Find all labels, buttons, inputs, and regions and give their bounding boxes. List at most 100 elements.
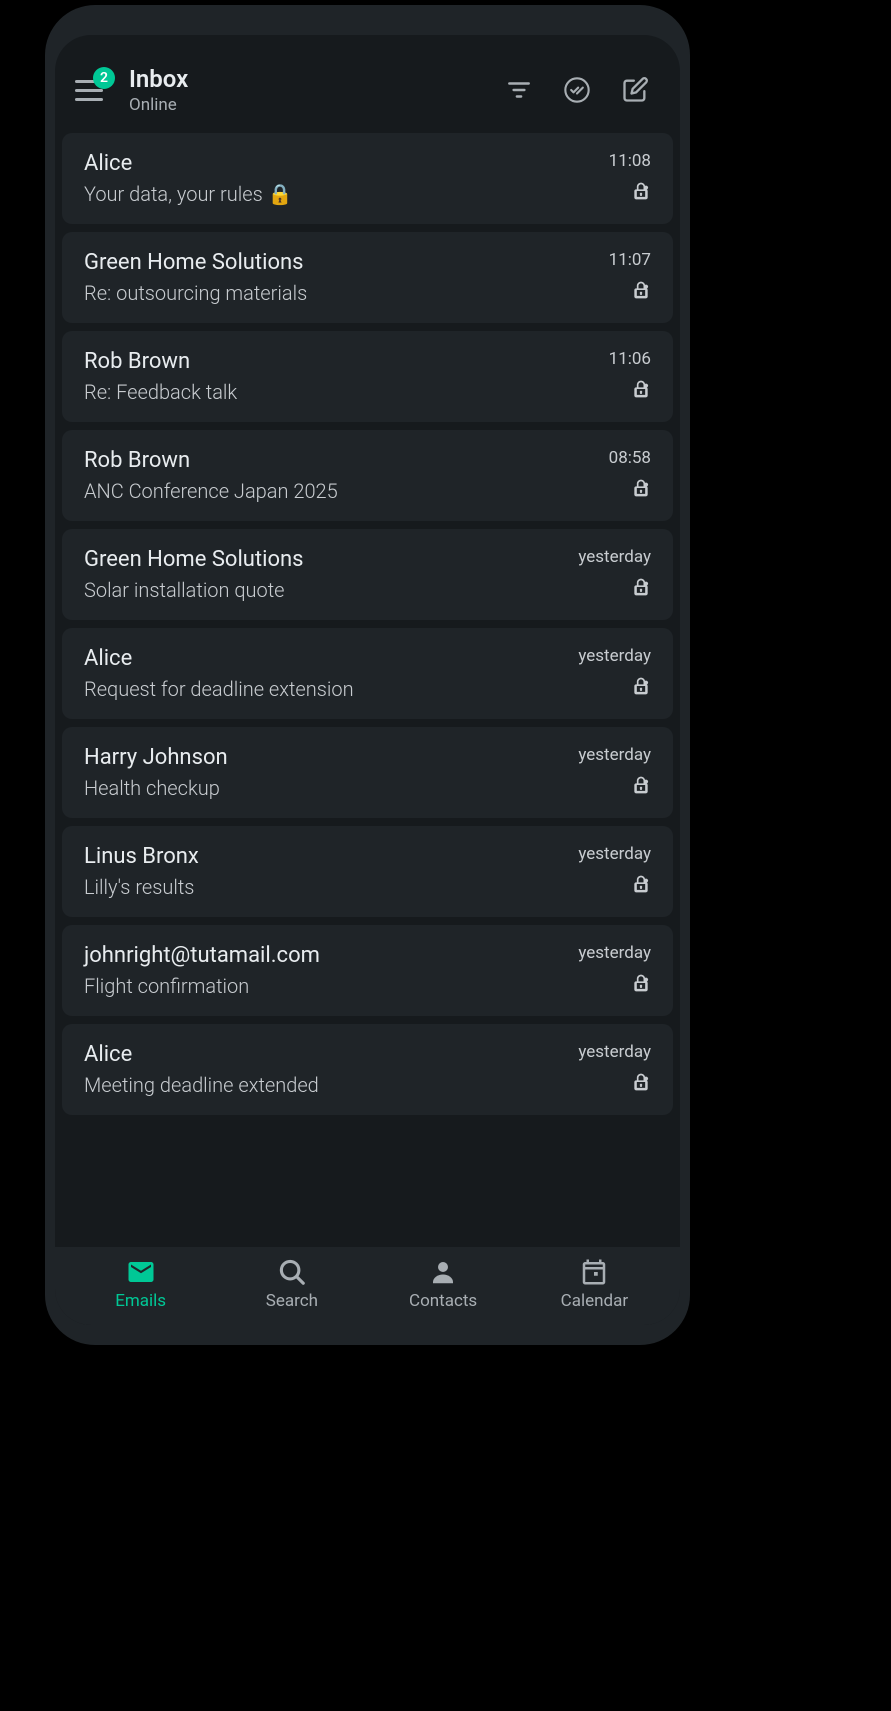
- email-content: Rob Brown Re: Feedback talk: [84, 349, 561, 404]
- filter-icon: [506, 77, 532, 103]
- app-header: 2 Inbox Online: [55, 35, 680, 133]
- email-content: Green Home Solutions Re: outsourcing mat…: [84, 250, 561, 305]
- nav-calendar[interactable]: Calendar: [519, 1257, 670, 1311]
- email-row[interactable]: Alice Meeting deadline extended yesterda…: [62, 1024, 673, 1115]
- email-meta: 11:07: [561, 250, 651, 305]
- nav-emails[interactable]: Emails: [65, 1257, 216, 1311]
- mark-read-button[interactable]: [562, 75, 592, 105]
- encryption-icon: [631, 577, 651, 601]
- header-actions: [504, 75, 650, 105]
- check-circle-icon: [563, 76, 591, 104]
- nav-label: Contacts: [409, 1291, 477, 1311]
- email-sender: Alice: [84, 646, 561, 671]
- email-content: Alice Meeting deadline extended: [84, 1042, 561, 1097]
- email-content: Alice Request for deadline extension: [84, 646, 561, 701]
- email-time: yesterday: [578, 844, 651, 864]
- contacts-icon: [428, 1257, 458, 1287]
- email-meta: yesterday: [561, 646, 651, 701]
- hamburger-line: [75, 89, 103, 92]
- bottom-nav: Emails Search Contacts: [55, 1247, 680, 1325]
- email-subject: Solar installation quote: [84, 578, 561, 602]
- email-time: yesterday: [578, 943, 651, 963]
- email-time: 11:07: [609, 250, 651, 270]
- search-icon: [277, 1257, 307, 1287]
- email-meta: 08:58: [561, 448, 651, 503]
- email-subject: Lilly's results: [84, 875, 561, 899]
- email-subject: Health checkup: [84, 776, 561, 800]
- email-time: yesterday: [578, 547, 651, 567]
- email-sender: Rob Brown: [84, 349, 561, 374]
- email-row[interactable]: Rob Brown ANC Conference Japan 2025 08:5…: [62, 430, 673, 521]
- email-row[interactable]: Alice Your data, your rules 🔒 11:08: [62, 133, 673, 224]
- encryption-icon: [631, 478, 651, 502]
- email-meta: yesterday: [561, 1042, 651, 1097]
- compose-button[interactable]: [620, 75, 650, 105]
- email-content: Rob Brown ANC Conference Japan 2025: [84, 448, 561, 503]
- phone-screen: 2 Inbox Online: [55, 35, 680, 1325]
- email-content: Harry Johnson Health checkup: [84, 745, 561, 800]
- encryption-icon: [631, 280, 651, 304]
- nav-label: Emails: [115, 1291, 166, 1311]
- email-row[interactable]: Rob Brown Re: Feedback talk 11:06: [62, 331, 673, 422]
- nav-label: Calendar: [561, 1291, 628, 1311]
- email-subject: Re: Feedback talk: [84, 380, 561, 404]
- page-title: Inbox: [129, 65, 496, 93]
- email-content: johnright@tutamail.com Flight confirmati…: [84, 943, 561, 998]
- email-sender: Alice: [84, 1042, 561, 1067]
- email-list[interactable]: Alice Your data, your rules 🔒 11:08 Gree…: [55, 133, 680, 1247]
- email-row[interactable]: Linus Bronx Lilly's results yesterday: [62, 826, 673, 917]
- email-time: 11:06: [609, 349, 651, 369]
- encryption-icon: [631, 874, 651, 898]
- email-sender: johnright@tutamail.com: [84, 943, 561, 968]
- email-sender: Linus Bronx: [84, 844, 561, 869]
- email-meta: yesterday: [561, 547, 651, 602]
- email-meta: 11:08: [561, 151, 651, 206]
- online-status: Online: [129, 95, 496, 115]
- email-time: yesterday: [578, 646, 651, 666]
- email-meta: yesterday: [561, 745, 651, 800]
- phone-frame: 2 Inbox Online: [45, 5, 690, 1345]
- email-content: Linus Bronx Lilly's results: [84, 844, 561, 899]
- unread-badge: 2: [93, 67, 115, 89]
- email-content: Alice Your data, your rules 🔒: [84, 151, 561, 206]
- email-row[interactable]: Harry Johnson Health checkup yesterday: [62, 727, 673, 818]
- email-subject: ANC Conference Japan 2025: [84, 479, 561, 503]
- email-row[interactable]: Green Home Solutions Re: outsourcing mat…: [62, 232, 673, 323]
- calendar-icon: [579, 1257, 609, 1287]
- encryption-icon: [631, 676, 651, 700]
- encryption-icon: [631, 973, 651, 997]
- email-row[interactable]: johnright@tutamail.com Flight confirmati…: [62, 925, 673, 1016]
- encryption-icon: [631, 775, 651, 799]
- email-subject: Meeting deadline extended: [84, 1073, 561, 1097]
- header-title-block: Inbox Online: [129, 65, 496, 115]
- email-time: yesterday: [578, 745, 651, 765]
- email-subject: Your data, your rules 🔒: [84, 182, 561, 206]
- email-time: 08:58: [609, 448, 651, 468]
- menu-button[interactable]: 2: [75, 75, 111, 105]
- email-subject: Request for deadline extension: [84, 677, 561, 701]
- email-sender: Rob Brown: [84, 448, 561, 473]
- email-time: yesterday: [578, 1042, 651, 1062]
- email-meta: yesterday: [561, 943, 651, 998]
- email-subject: Re: outsourcing materials: [84, 281, 561, 305]
- encryption-icon: [631, 379, 651, 403]
- filter-button[interactable]: [504, 75, 534, 105]
- encryption-icon: [631, 181, 651, 205]
- email-meta: yesterday: [561, 844, 651, 899]
- nav-label: Search: [266, 1291, 318, 1311]
- email-subject: Flight confirmation: [84, 974, 561, 998]
- email-time: 11:08: [609, 151, 651, 171]
- encryption-icon: [631, 1072, 651, 1096]
- compose-icon: [621, 76, 649, 104]
- nav-search[interactable]: Search: [216, 1257, 367, 1311]
- email-row[interactable]: Alice Request for deadline extension yes…: [62, 628, 673, 719]
- email-meta: 11:06: [561, 349, 651, 404]
- emails-icon: [126, 1257, 156, 1287]
- email-sender: Harry Johnson: [84, 745, 561, 770]
- email-sender: Alice: [84, 151, 561, 176]
- email-content: Green Home Solutions Solar installation …: [84, 547, 561, 602]
- nav-contacts[interactable]: Contacts: [368, 1257, 519, 1311]
- email-row[interactable]: Green Home Solutions Solar installation …: [62, 529, 673, 620]
- email-sender: Green Home Solutions: [84, 547, 561, 572]
- email-sender: Green Home Solutions: [84, 250, 561, 275]
